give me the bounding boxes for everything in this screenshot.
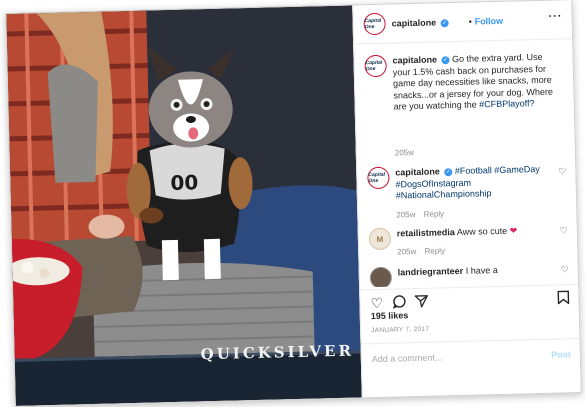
post-frame: 00 QUICKSILVER Capital One capitalone ✓ … bbox=[5, 0, 582, 407]
retailist-logo-icon: M bbox=[376, 234, 384, 244]
instagram-post-card: 00 QUICKSILVER Capital One capitalone ✓ … bbox=[5, 0, 582, 407]
verified-badge-icon: ✓ bbox=[441, 55, 450, 64]
separator-dot: • bbox=[468, 16, 472, 27]
post-actions-bar: ♡ bbox=[360, 284, 580, 312]
add-comment-bar: Add a comment... Post bbox=[361, 338, 582, 375]
avatar[interactable]: Capital One bbox=[363, 12, 386, 36]
caption-username[interactable]: capitalone bbox=[392, 54, 437, 65]
share-icon[interactable] bbox=[414, 294, 428, 311]
comment-body: Aww so cute bbox=[456, 225, 508, 238]
post-date: JANUARY 7, 2017 bbox=[371, 325, 430, 335]
quicksilver-watermark: QUICKSILVER bbox=[200, 341, 355, 364]
comment-username[interactable]: landriegranteer bbox=[398, 266, 464, 278]
comment-like-heart-icon[interactable]: ♡ bbox=[558, 166, 566, 177]
add-comment-input[interactable]: Add a comment... bbox=[372, 352, 443, 364]
verified-badge-icon: ✓ bbox=[440, 18, 449, 27]
comment-text: landriegranteer I have a bbox=[398, 264, 558, 279]
post-photo[interactable]: 00 QUICKSILVER bbox=[6, 5, 362, 406]
svg-text:00: 00 bbox=[170, 170, 198, 195]
caption-text: capitalone ✓ Go the extra yard. Use your… bbox=[392, 52, 553, 113]
post-side-panel: Capital One capitalone ✓ • Follow ··· Ca… bbox=[352, 0, 582, 398]
reply-button[interactable]: Reply bbox=[424, 246, 445, 255]
comment-text: capitalone ✓ #Football #GameDay #DogsOfI… bbox=[395, 164, 556, 202]
capital-one-logo-icon: Capital One bbox=[368, 171, 386, 185]
post-caption: Capital One capitalone ✓ Go the extra ya… bbox=[354, 50, 573, 158]
comment-meta: 205w Reply bbox=[397, 246, 451, 256]
username-text: capitalone bbox=[391, 17, 437, 29]
red-heart-emoji-icon: ❤ bbox=[509, 225, 518, 236]
verified-badge-icon: ✓ bbox=[444, 167, 453, 176]
comment-item: landriegranteer I have a ♡ bbox=[360, 262, 579, 288]
avatar[interactable] bbox=[369, 266, 393, 288]
comment-username[interactable]: capitalone bbox=[395, 166, 440, 177]
heart-icon[interactable]: ♡ bbox=[370, 295, 383, 312]
post-username[interactable]: capitalone ✓ bbox=[391, 17, 449, 29]
comment-body: I have a bbox=[465, 265, 498, 276]
reply-button[interactable]: Reply bbox=[424, 209, 445, 218]
capital-one-logo-icon: Capital One bbox=[364, 17, 382, 31]
comment-time[interactable]: 205w bbox=[396, 210, 415, 219]
comment-item: Capital One capitalone ✓ #Football #Game… bbox=[357, 162, 576, 219]
comment-like-heart-icon[interactable]: ♡ bbox=[561, 264, 569, 275]
avatar[interactable]: M bbox=[368, 227, 392, 251]
comment-meta: 205w Reply bbox=[396, 209, 450, 219]
more-options-icon[interactable]: ··· bbox=[548, 10, 562, 22]
follow-button[interactable]: Follow bbox=[474, 16, 503, 27]
comment-item: M retailistmedia Aww so cute ❤ ♡ 205w Re… bbox=[359, 223, 578, 256]
post-header: Capital One capitalone ✓ • Follow ··· bbox=[353, 0, 574, 45]
avatar[interactable]: Capital One bbox=[367, 166, 390, 190]
post-comment-button[interactable]: Post bbox=[551, 349, 571, 359]
likes-count[interactable]: 195 likes bbox=[371, 310, 409, 321]
comment-time[interactable]: 205w bbox=[397, 247, 416, 256]
comment-text: retailistmedia Aww so cute ❤ bbox=[397, 225, 557, 240]
comment-like-heart-icon[interactable]: ♡ bbox=[560, 225, 568, 236]
bookmark-icon[interactable] bbox=[557, 290, 570, 307]
comment-icon[interactable] bbox=[392, 294, 406, 311]
avatar[interactable]: Capital One bbox=[364, 54, 387, 78]
caption-time[interactable]: 205w bbox=[395, 148, 414, 157]
comment-username[interactable]: retailistmedia bbox=[397, 227, 455, 238]
caption-hashtag[interactable]: #CFBPlayoff? bbox=[479, 98, 535, 109]
capital-one-logo-icon: Capital One bbox=[365, 59, 383, 73]
caption-meta: 205w bbox=[395, 148, 420, 157]
